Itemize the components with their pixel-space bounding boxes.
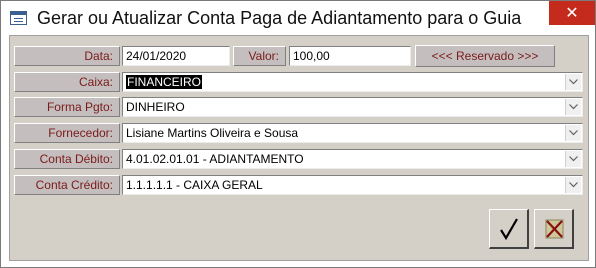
confirm-button[interactable] — [489, 209, 529, 249]
chevron-down-icon[interactable] — [565, 125, 581, 141]
window-title: Gerar ou Atualizar Conta Paga de Adianta… — [37, 8, 522, 28]
conta-credito-select[interactable]: 1.1.1.1.1 - CAIXA GERAL — [122, 175, 583, 195]
chevron-down-icon[interactable] — [565, 99, 581, 115]
chevron-down-icon[interactable] — [565, 151, 581, 167]
data-field[interactable]: 24/01/2020 — [122, 46, 230, 66]
conta-debito-select[interactable]: 4.01.02.01.01 - ADIANTAMENTO — [122, 149, 583, 169]
conta-debito-value: 4.01.02.01.01 - ADIANTAMENTO — [126, 152, 304, 166]
close-button[interactable]: ✕ — [549, 1, 595, 25]
title-bar: Gerar ou Atualizar Conta Paga de Adianta… — [1, 1, 595, 35]
checkmark-icon — [500, 218, 518, 241]
cancel-button[interactable] — [534, 209, 574, 249]
caixa-value: FINANCEIRO — [126, 75, 203, 89]
cancel-x-icon — [545, 219, 564, 239]
forma-pgto-label: Forma Pgto: — [14, 97, 120, 117]
dialog-window: Gerar ou Atualizar Conta Paga de Adianta… — [0, 0, 596, 268]
fornecedor-label: Fornecedor: — [14, 123, 120, 143]
reserved-button[interactable]: <<< Reservado >>> — [415, 45, 555, 67]
valor-field[interactable]: 100,00 — [289, 46, 411, 66]
fornecedor-select[interactable]: Lisiane Martins Oliveira e Sousa — [122, 123, 583, 143]
form-window-icon[interactable] — [10, 11, 27, 25]
valor-label: Valor: — [233, 46, 286, 66]
caixa-select[interactable]: FINANCEIRO — [122, 72, 583, 92]
forma-pgto-select[interactable]: DINHEIRO — [122, 97, 583, 117]
form-body: Data: 24/01/2020 Valor: 100,00 <<< Reser… — [9, 35, 589, 261]
conta-credito-value: 1.1.1.1.1 - CAIXA GERAL — [126, 178, 263, 192]
data-label: Data: — [14, 46, 120, 66]
conta-debito-label: Conta Débito: — [14, 149, 120, 169]
caixa-label: Caixa: — [14, 72, 120, 92]
chevron-down-icon[interactable] — [565, 177, 581, 193]
forma-pgto-value: DINHEIRO — [126, 100, 185, 114]
conta-credito-label: Conta Crédito: — [14, 175, 120, 195]
fornecedor-value: Lisiane Martins Oliveira e Sousa — [126, 126, 299, 140]
chevron-down-icon[interactable] — [565, 74, 581, 90]
